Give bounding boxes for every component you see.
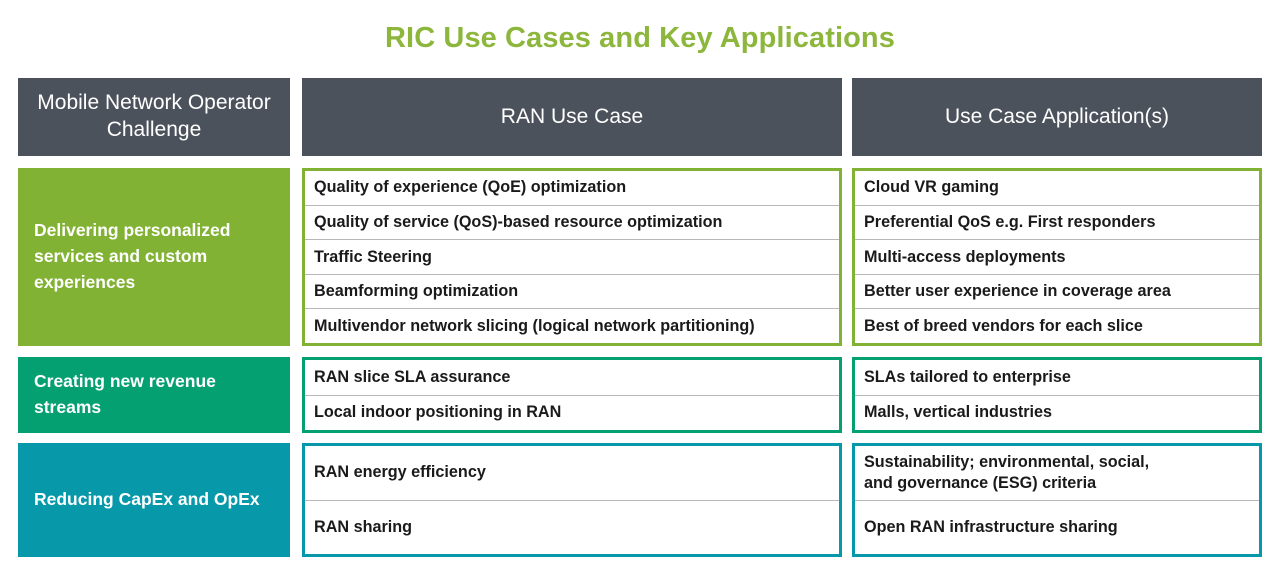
use-case-cell: Quality of experience (QoE) optimization [314,178,627,197]
application-cell: Preferential QoS e.g. First responders [855,204,1259,240]
page-title: RIC Use Cases and Key Applications [385,22,895,54]
section-reducing-capex-opex: Reducing CapEx and OpEx RAN energy effic… [18,443,1262,557]
application-group-new-revenue-streams: SLAs tailored to enterprise Malls, verti… [852,357,1262,433]
column-header-use-case: RAN Use Case [302,78,842,156]
column-header-applications: Use Case Application(s) [852,78,1262,156]
application-cell: Open RAN infrastructure sharing [855,499,1259,555]
application-group-reducing-capex-opex: Sustainability; environmental, social, a… [852,443,1262,557]
table-header-row: Mobile Network Operator Challenge RAN Us… [18,78,1262,156]
section-personalized-services: Delivering personalized services and cus… [18,168,1262,346]
use-case-cell: Quality of service (QoS)-based resource … [305,204,839,240]
use-case-group-reducing-capex-opex: RAN energy efficiency RAN sharing [302,443,842,557]
application-group-personalized-services: Cloud VR gaming Preferential QoS e.g. Fi… [852,168,1262,346]
application-cell: Best of breed vendors for each slice [855,308,1259,343]
use-case-cell: Beamforming optimization [305,273,839,309]
use-case-cell: RAN energy efficiency [314,463,486,482]
application-cell: Better user experience in coverage area [855,273,1259,309]
ric-use-cases-table: RIC Use Cases and Key Applications Mobil… [0,0,1280,571]
use-case-group-personalized-services: Quality of experience (QoE) optimization… [302,168,842,346]
application-cell: Multi-access deployments [855,239,1259,274]
column-header-challenge: Mobile Network Operator Challenge [18,78,290,156]
application-cell: Cloud VR gaming [864,178,999,197]
challenge-label-new-revenue-streams: Creating new revenue streams [18,357,290,433]
use-case-cell: Local indoor positioning in RAN [305,394,839,431]
use-case-cell: Multivendor network slicing (logical net… [305,308,839,343]
challenge-label-reducing-capex-opex: Reducing CapEx and OpEx [18,443,290,557]
application-cell: Malls, vertical industries [855,394,1259,431]
use-case-cell: Traffic Steering [305,239,839,274]
application-cell: Sustainability; environmental, social, a… [864,453,1150,492]
use-case-cell: RAN slice SLA assurance [314,367,511,386]
challenge-label-personalized-services: Delivering personalized services and cus… [18,168,290,346]
use-case-cell: RAN sharing [305,499,839,555]
application-cell: SLAs tailored to enterprise [864,367,1071,386]
section-new-revenue-streams: Creating new revenue streams RAN slice S… [18,357,1262,433]
use-case-group-new-revenue-streams: RAN slice SLA assurance Local indoor pos… [302,357,842,433]
